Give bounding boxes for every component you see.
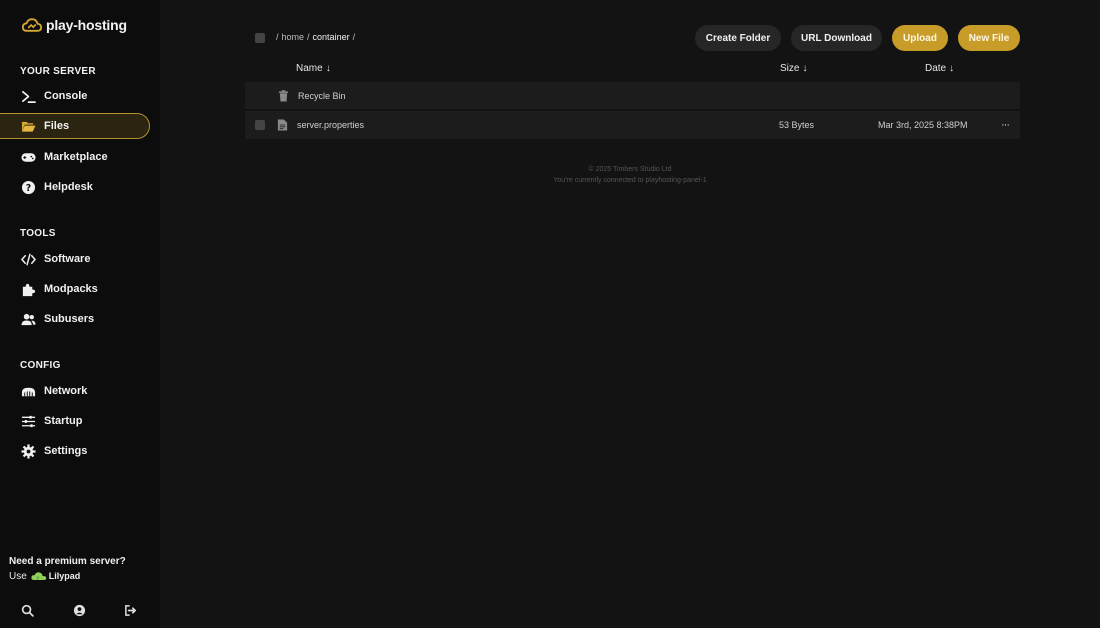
breadcrumb-home[interactable]: home: [282, 32, 305, 42]
cloud-logo-icon: [22, 18, 42, 32]
lilypad-link[interactable]: Lilypad: [31, 570, 81, 582]
file-name: server.properties: [297, 120, 365, 130]
file-name: Recycle Bin: [298, 90, 346, 101]
sidebar-item-software[interactable]: Software: [0, 246, 150, 272]
url-download-button[interactable]: URL Download: [791, 25, 882, 51]
file-icon: [276, 119, 288, 132]
help-icon: ?: [20, 179, 36, 195]
lilypad-name: Lilypad: [48, 571, 81, 581]
sidebar: play-hosting YOUR SERVER Console Files M…: [0, 0, 160, 628]
breadcrumb-separator: /: [307, 32, 310, 42]
sort-arrow-icon: ↓: [802, 63, 808, 74]
svg-text:?: ?: [25, 182, 30, 193]
premium-promo: Need a premium server? Use Lilypad: [9, 556, 126, 582]
premium-title: Need a premium server?: [9, 556, 126, 567]
lilypad-logo-icon: [31, 572, 47, 580]
code-icon: [20, 251, 36, 267]
sidebar-bottom-bar: [0, 604, 160, 620]
brand-logo[interactable]: play-hosting: [22, 16, 127, 34]
sidebar-item-label: Files: [44, 120, 70, 132]
sidebar-item-label: Software: [44, 253, 91, 265]
trash-icon: [277, 89, 289, 102]
sidebar-item-label: Settings: [44, 445, 88, 457]
sidebar-item-files[interactable]: Files: [0, 113, 150, 139]
sidebar-item-modpacks[interactable]: Modpacks: [0, 276, 150, 302]
section-title-tools: TOOLS: [20, 228, 56, 239]
breadcrumb-separator: /: [352, 32, 356, 42]
sidebar-item-settings[interactable]: Settings: [0, 438, 150, 464]
folder-icon: [20, 118, 36, 134]
premium-use-line: Use Lilypad: [9, 570, 126, 582]
sidebar-item-console[interactable]: Console: [0, 83, 150, 109]
column-header-size[interactable]: Size ↓: [780, 63, 807, 74]
sort-arrow-icon: ↓: [325, 63, 331, 74]
file-row-server-properties[interactable]: server.properties 53 Bytes Mar 3rd, 2025…: [245, 111, 1020, 139]
account-icon[interactable]: [73, 604, 87, 618]
file-size: 53 Bytes: [779, 120, 815, 130]
create-folder-button[interactable]: Create Folder: [695, 25, 781, 51]
puzzle-icon: [20, 281, 36, 297]
sidebar-item-label: Helpdesk: [44, 181, 93, 193]
section-title-your-server: YOUR SERVER: [20, 66, 96, 77]
sidebar-item-label: Startup: [44, 415, 83, 427]
footer-connection: You're currently connected to playhostin…: [553, 177, 707, 184]
terminal-icon: [20, 88, 36, 104]
users-icon: [20, 311, 36, 327]
sidebar-item-label: Network: [44, 385, 88, 397]
sidebar-item-subusers[interactable]: Subusers: [0, 306, 150, 332]
gamepad-icon: [20, 149, 36, 165]
breadcrumb: / home / container /: [276, 32, 355, 42]
file-manager: / home / container / Create Folder URL D…: [160, 0, 1100, 628]
network-icon: [20, 383, 36, 399]
upload-button[interactable]: Upload: [892, 25, 948, 51]
brand-name: play-hosting: [46, 17, 127, 33]
row-menu-button[interactable]: ···: [1001, 119, 1010, 131]
sidebar-item-label: Subusers: [44, 313, 95, 325]
section-title-config: CONFIG: [20, 360, 61, 371]
column-label: Date: [925, 63, 947, 74]
logout-icon[interactable]: [124, 604, 138, 618]
new-file-button[interactable]: New File: [958, 25, 1020, 51]
column-header-date[interactable]: Date ↓: [925, 63, 954, 74]
app-root: play-hosting YOUR SERVER Console Files M…: [0, 0, 1100, 628]
breadcrumb-current[interactable]: container: [313, 32, 350, 42]
breadcrumb-separator: /: [276, 32, 279, 42]
select-all-checkbox[interactable]: [255, 33, 265, 43]
search-icon[interactable]: [21, 604, 35, 618]
sidebar-item-network[interactable]: Network: [0, 378, 150, 404]
sidebar-item-marketplace[interactable]: Marketplace: [0, 144, 150, 170]
sidebar-item-helpdesk[interactable]: ? Helpdesk: [0, 174, 150, 200]
column-label: Name: [296, 63, 323, 74]
file-row-recycle-bin[interactable]: Recycle Bin: [245, 82, 1020, 109]
row-checkbox[interactable]: [255, 120, 265, 130]
column-label: Size: [780, 63, 800, 74]
sidebar-item-label: Console: [44, 90, 88, 102]
sidebar-item-label: Marketplace: [44, 151, 108, 163]
sort-arrow-icon: ↓: [949, 63, 955, 74]
sliders-icon: [20, 413, 36, 429]
file-date: Mar 3rd, 2025 8:38PM: [878, 120, 968, 130]
gear-icon: [20, 443, 36, 459]
premium-use-text: Use: [9, 570, 27, 582]
sidebar-item-label: Modpacks: [44, 283, 98, 295]
sidebar-item-startup[interactable]: Startup: [0, 408, 150, 434]
footer-copyright: © 2025 Timbers Studio Ltd: [588, 166, 672, 173]
column-header-name[interactable]: Name ↓: [296, 63, 331, 74]
